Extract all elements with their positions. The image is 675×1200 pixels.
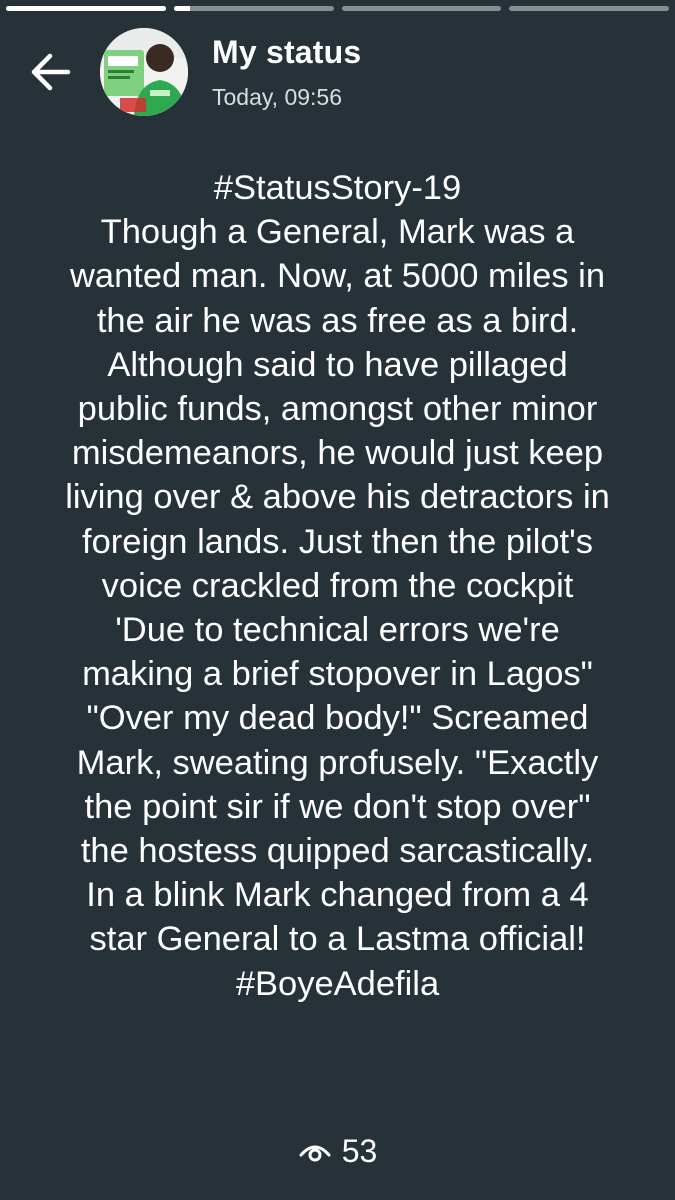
story-line: voice crackled from the cockpit <box>101 566 574 605</box>
progress-segment <box>173 6 334 11</box>
story-line: the point sir if we don't stop over" <box>84 787 591 826</box>
status-story-text: #StatusStory-19 Though a General, Mark w… <box>20 166 655 1006</box>
story-line: Mark, sweating profusely. "Exactly <box>76 743 599 782</box>
views-button[interactable]: 53 <box>0 1133 675 1170</box>
status-viewer: My status Today, 09:56 #StatusStory-19 T… <box>0 0 675 1200</box>
status-time: Today, 09:56 <box>212 84 343 110</box>
story-line: public funds, amongst other minor <box>77 390 598 429</box>
story-line: making a brief stopover in Lagos" <box>82 655 593 694</box>
story-line: In a blink Mark changed from a 4 <box>86 876 589 915</box>
story-line: star General to a Lastma official! <box>89 920 586 959</box>
story-line: 'Due to technical errors we're <box>115 611 560 650</box>
status-title: My status <box>212 34 362 70</box>
progress-segment <box>341 6 502 11</box>
story-line: misdemeanors, he would just keep <box>71 434 604 473</box>
story-line: the hostess quipped sarcastically. <box>80 832 595 871</box>
views-count: 53 <box>341 1133 378 1169</box>
arrow-left-icon <box>31 53 71 91</box>
story-line: #StatusStory-19 <box>213 169 462 207</box>
status-progress-bar <box>6 6 669 11</box>
profile-photo <box>100 28 188 116</box>
progress-segment <box>6 6 166 11</box>
story-line: the air he was as free as a bird. <box>96 301 579 340</box>
story-line: Although said to have pillaged <box>107 345 568 384</box>
story-line: Though a General, Mark was a <box>100 213 575 252</box>
progress-segment <box>509 6 669 11</box>
back-button[interactable] <box>24 46 76 98</box>
story-line: "Over my dead body!" Screamed <box>86 699 589 738</box>
avatar[interactable] <box>100 28 188 116</box>
eye-icon <box>299 1145 331 1161</box>
story-line: living over & above his detractors in <box>65 478 610 517</box>
story-line: #BoyeAdefila <box>235 964 440 1003</box>
status-header: My status Today, 09:56 <box>0 28 675 124</box>
story-line: foreign lands. Just then the pilot's <box>82 522 593 561</box>
story-line: wanted man. Now, at 5000 miles in <box>69 257 606 296</box>
